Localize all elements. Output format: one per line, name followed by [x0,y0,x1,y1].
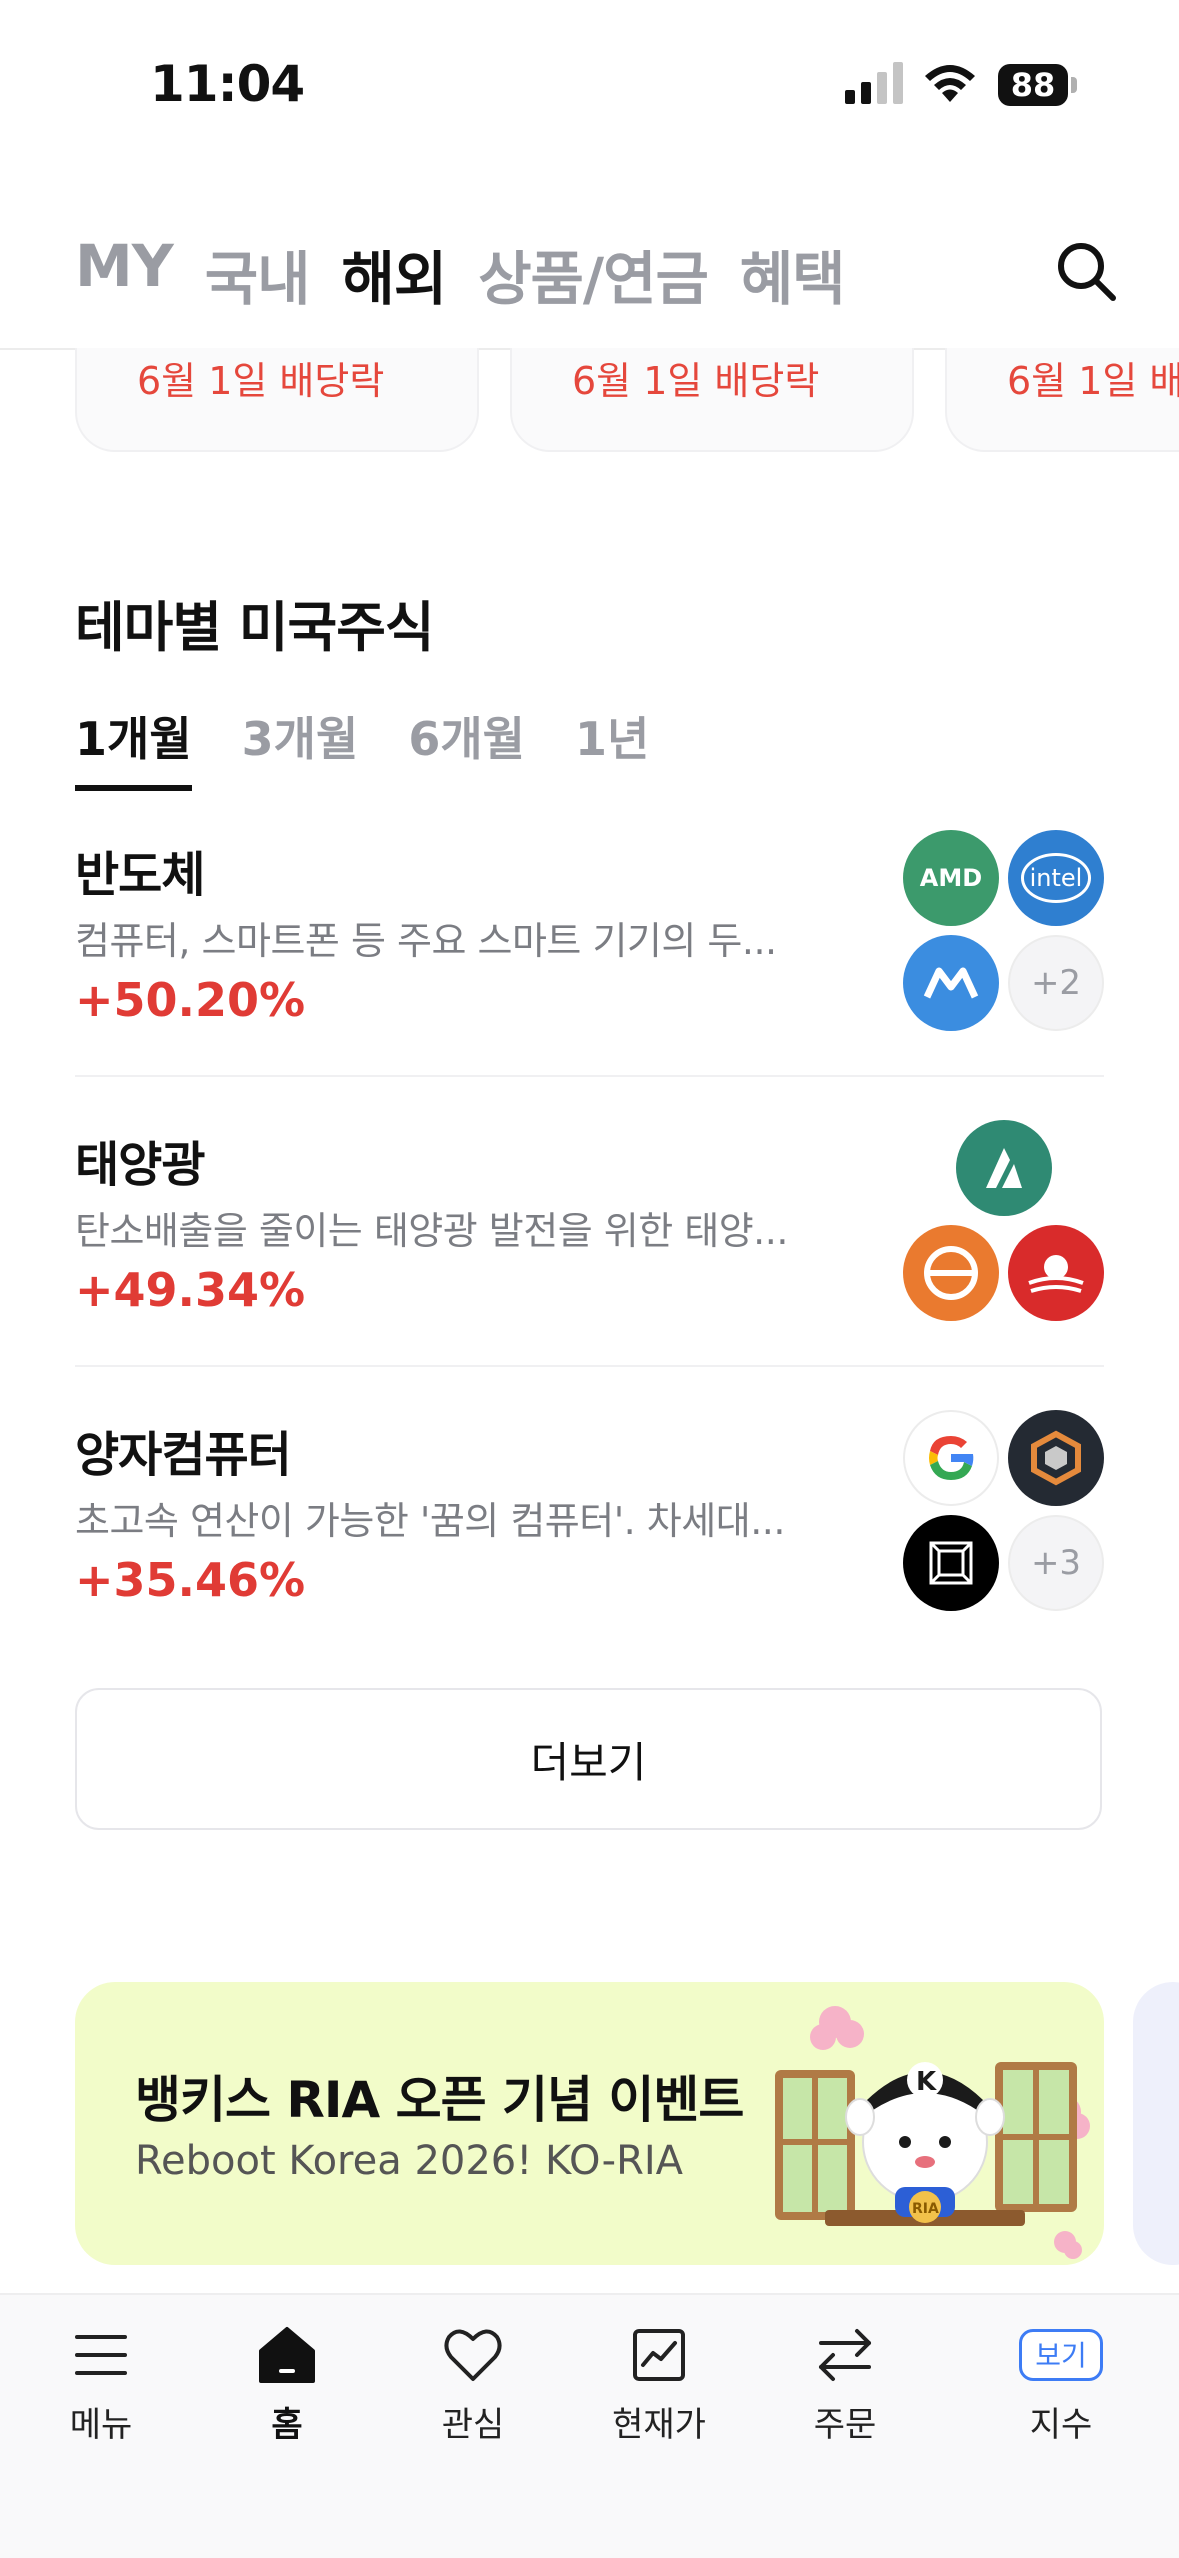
nav-menu[interactable]: 메뉴 [21,2323,181,2445]
nav-watchlist[interactable]: 관심 [393,2323,553,2445]
nav-label: 관심 [441,2405,505,2445]
theme-item-semiconductor[interactable]: 반도체 컴퓨터, 스마트폰 등 주요 스마트 기기의 두... +50.20% … [75,825,1104,1077]
theme-description: 탄소배출을 줄이는 태양광 발전을 위한 태양... [75,1209,788,1253]
dividend-date: 6월 1일 배당락 [137,359,385,403]
view-badge: 보기 [1019,2329,1103,2381]
wifi-icon [925,65,975,102]
micron-logo-icon [903,935,999,1031]
nav-label: 지수 [1029,2405,1093,2445]
theme-change: +49.34% [75,1263,306,1317]
solar-company-logo-icon [956,1120,1052,1216]
dividend-date: 6월 1일 배당 [1007,359,1179,403]
theme-item-solar[interactable]: 태양광 탄소배출을 줄이는 태양광 발전을 위한 태양... +49.34% [75,1115,1104,1367]
swap-icon [819,2329,871,2381]
period-tab-6m[interactable]: 6개월 [408,703,525,791]
banner-title: 뱅키스 RIA 오픈 기념 이벤트 [135,2071,744,2129]
rigetti-logo-icon [1008,1410,1104,1506]
theme-change: +35.46% [75,1553,306,1607]
search-icon[interactable] [1055,240,1117,302]
enphase-logo-icon [903,1225,999,1321]
theme-change: +50.20% [75,973,306,1027]
section-title: 테마별 미국주식 [75,596,435,659]
banner-subtitle: Reboot Korea 2026! KO-RIA [135,2138,684,2184]
tab-my[interactable]: MY [75,232,174,316]
period-tab-3m[interactable]: 3개월 [242,703,359,791]
nav-index[interactable]: 보기 지수 [981,2323,1141,2445]
svg-text:RIA: RIA [912,2201,939,2217]
home-icon [259,2327,315,2383]
more-logos-badge: +2 [1008,935,1104,1031]
svg-text:K: K [916,2067,937,2097]
google-logo-icon [903,1410,999,1506]
theme-description: 초고속 연산이 가능한 '꿈의 컴퓨터'. 차세대... [75,1499,785,1543]
period-tabs: 1개월 3개월 6개월 1년 [75,703,649,791]
nav-order[interactable]: 주문 [765,2323,925,2445]
next-banner-peek[interactable] [1133,1982,1179,2265]
nav-label: 주문 [813,2405,877,2445]
dividend-card[interactable]: 6월 1일 배당 [945,348,1179,452]
nav-home[interactable]: 홈 [207,2323,367,2445]
more-logos-badge: +3 [1008,1515,1104,1611]
battery-level: 88 [998,64,1068,106]
theme-item-quantum-computer[interactable]: 양자컴퓨터 초고속 연산이 가능한 '꿈의 컴퓨터'. 차세대... +35.4… [75,1405,1104,1655]
period-tab-1y[interactable]: 1년 [575,703,649,791]
theme-description: 컴퓨터, 스마트폰 등 주요 스마트 기기의 두... [75,919,777,963]
dividend-date: 6월 1일 배당락 [572,359,820,403]
ionq-logo-icon [903,1515,999,1611]
status-time: 11:04 [150,55,305,113]
top-navigation: MY 국내 해외 상품/연금 혜택 [0,200,1179,350]
nav-current-price[interactable]: 현재가 [579,2323,739,2445]
nav-label: 메뉴 [69,2405,133,2445]
tab-domestic[interactable]: 국내 [205,232,311,316]
intel-logo-icon: intel [1008,830,1104,926]
period-tab-1m[interactable]: 1개월 [75,703,192,791]
cellular-signal-icon [845,62,903,104]
first-solar-logo-icon [1008,1225,1104,1321]
tab-products-pension[interactable]: 상품/연금 [478,232,709,316]
tab-benefits[interactable]: 혜택 [740,232,846,316]
menu-icon [75,2335,127,2375]
theme-name: 태양광 [75,1137,205,1193]
battery-icon: 88 [998,64,1078,106]
see-more-button[interactable]: 더보기 [75,1688,1102,1830]
tab-overseas[interactable]: 해외 [341,232,447,316]
nav-label: 홈 [271,2405,303,2445]
heart-icon [444,2329,502,2381]
amd-logo-icon: AMD [903,830,999,926]
theme-name: 반도체 [75,847,205,903]
dividend-card[interactable]: 6월 1일 배당락 [510,348,914,452]
nav-label: 현재가 [612,2405,706,2445]
bottom-navigation: 메뉴 홈 관심 현재가 주문 보기 지수 [0,2293,1179,2558]
event-banner[interactable]: 뱅키스 RIA 오픈 기념 이벤트 Reboot Korea 2026! KO-… [75,1982,1104,2265]
mascot-window-illustration: K RIA [775,2006,1090,2259]
chart-icon [633,2329,685,2381]
theme-name: 양자컴퓨터 [75,1427,292,1483]
index-icon: 보기 [981,2323,1141,2387]
dividend-card[interactable]: 6월 1일 배당락 [75,348,479,452]
main-tabs: MY 국내 해외 상품/연금 혜택 [75,232,846,316]
dividend-cards-row: 6월 1일 배당락 6월 1일 배당락 6월 1일 배당 [0,348,1179,458]
